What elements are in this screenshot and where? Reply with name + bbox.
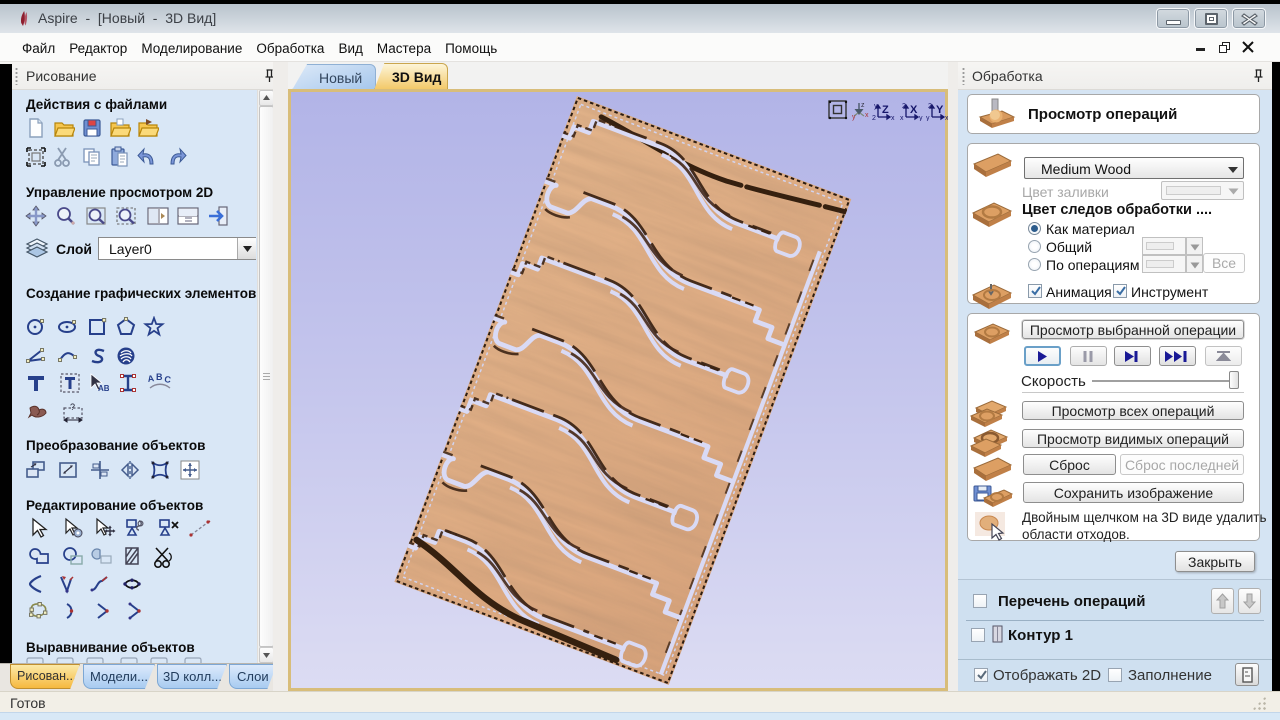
svg-text:y: y (874, 103, 878, 110)
svg-text:AB: AB (98, 384, 109, 393)
svg-text:y: y (852, 114, 856, 121)
svg-text:A: A (147, 373, 155, 384)
svg-text:z: z (861, 102, 865, 109)
svg-text:y: y (919, 115, 923, 121)
svg-text:x: x (891, 115, 895, 121)
svg-text:2: 2 (902, 103, 906, 110)
svg-text:2: 2 (928, 103, 932, 110)
svg-text:y: y (926, 115, 930, 121)
svg-text:x: x (900, 115, 904, 121)
svg-text:x: x (865, 112, 869, 119)
svg-text:X: X (910, 104, 918, 116)
svg-text:C: C (164, 374, 172, 385)
svg-text:B: B (156, 372, 163, 382)
svg-text:?: ? (70, 402, 75, 412)
svg-text:Z: Z (882, 104, 889, 116)
svg-text:Y: Y (936, 104, 944, 116)
svg-text:2: 2 (872, 115, 876, 121)
